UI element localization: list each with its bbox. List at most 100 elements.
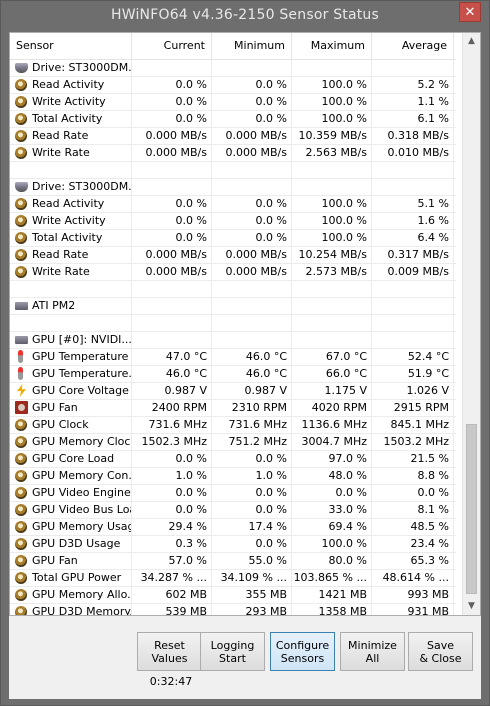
column-header-maximum[interactable]: Maximum	[292, 33, 372, 59]
table-row[interactable]: GPU [#0]: NVIDI...	[10, 332, 456, 349]
reset-label-line1: Reset	[154, 638, 185, 652]
maximum-value: 103.865 % ...	[292, 570, 372, 586]
average-value: 8.1 %	[372, 502, 454, 518]
fan-icon	[15, 401, 28, 414]
scrollbar-thumb[interactable]	[466, 424, 477, 594]
gauge-icon	[15, 96, 27, 108]
maximum-value: 4020 RPM	[292, 400, 372, 416]
title-bar[interactable]: HWiNFO64 v4.36-2150 Sensor Status ✕	[1, 1, 489, 31]
average-value: 2915 RPM	[372, 400, 454, 416]
gauge-icon	[15, 232, 27, 244]
table-row[interactable]: Read Activity 0.0 % 0.0 % 100.0 % 5.1 %	[10, 196, 456, 213]
table-row[interactable]: Write Rate 0.000 MB/s 0.000 MB/s 2.563 MB/s…	[10, 145, 456, 162]
minimum-value: 751.2 MHz	[212, 434, 292, 450]
current-value: 0.000 MB/s	[132, 128, 212, 144]
current-value: 0.0 %	[132, 213, 212, 229]
maximum-value: 100.0 %	[292, 77, 372, 93]
minimum-value	[212, 298, 292, 314]
minimum-value: 0.000 MB/s	[212, 128, 292, 144]
sensor-status-window: HWiNFO64 v4.36-2150 Sensor Status ✕ Sens…	[0, 0, 490, 706]
current-value: 0.987 V	[132, 383, 212, 399]
maximum-value: 10.359 MB/s	[292, 128, 372, 144]
average-value	[372, 315, 454, 331]
table-row[interactable]: GPU Fan 2400 RPM 2310 RPM 4020 RPM 2915 RPM	[10, 400, 456, 417]
table-row[interactable]: Write Activity 0.0 % 0.0 % 100.0 % 1.1 %	[10, 94, 456, 111]
reset-values-button[interactable]: Reset Values	[137, 632, 202, 671]
voltage-icon	[17, 384, 26, 397]
table-row[interactable]: GPU Memory Con... 1.0 % 1.0 % 48.0 % 8.8 %	[10, 468, 456, 485]
configure-sensors-button[interactable]: Configure Sensors	[270, 632, 335, 671]
table-row[interactable]: Drive: ST3000DM...	[10, 60, 456, 77]
table-row[interactable]: GPU D3D Usage 0.3 % 0.0 % 100.0 % 23.4 %	[10, 536, 456, 553]
gauge-icon	[15, 521, 27, 533]
minimum-value: 55.0 %	[212, 553, 292, 569]
logging-start-button[interactable]: Logging Start	[200, 632, 265, 671]
minimum-value: 46.0 °C	[212, 349, 292, 365]
minimum-value: 46.0 °C	[212, 366, 292, 382]
minimum-value: 355 MB	[212, 587, 292, 603]
table-row[interactable]: GPU Core Voltage 0.987 V 0.987 V 1.175 V 1.0…	[10, 383, 456, 400]
sensor-name-cell: GPU Core Load	[10, 451, 132, 467]
configure-label-line1: Configure	[275, 638, 330, 652]
sensor-name: GPU Video Engine...	[32, 486, 132, 499]
table-row[interactable]: Drive: ST3000DM...	[10, 179, 456, 196]
minimum-value	[212, 332, 292, 348]
table-row[interactable]: GPU D3D Memory... 539 MB 293 MB 1358 MB 931 …	[10, 604, 456, 615]
minimum-value: 0.0 %	[212, 451, 292, 467]
table-row[interactable]: Total Activity 0.0 % 0.0 % 100.0 % 6.1 %	[10, 111, 456, 128]
table-row[interactable]: GPU Core Load 0.0 % 0.0 % 97.0 % 21.5 %	[10, 451, 456, 468]
table-row[interactable]: Total GPU Power 34.287 % ... 34.109 % ... 1…	[10, 570, 456, 587]
thermometer-icon	[18, 367, 23, 380]
thermometer-icon	[18, 350, 23, 363]
vertical-scrollbar[interactable]: ▲ ▼	[462, 33, 480, 615]
sensor-name: Write Activity	[32, 214, 106, 227]
table-row[interactable]: Read Activity 0.0 % 0.0 % 100.0 % 5.2 %	[10, 77, 456, 94]
column-header-current[interactable]: Current	[132, 33, 212, 59]
sensor-name-cell: GPU Clock	[10, 417, 132, 433]
table-header: Sensor Current Minimum Maximum Average	[10, 33, 456, 60]
current-value	[132, 281, 212, 297]
table-row[interactable]: Read Rate 0.000 MB/s 0.000 MB/s 10.254 MB/s…	[10, 247, 456, 264]
table-row[interactable]: ATI PM2	[10, 298, 456, 315]
table-row[interactable]: GPU Temperature 47.0 °C 46.0 °C 67.0 °C 52.4…	[10, 349, 456, 366]
current-value: 0.000 MB/s	[132, 145, 212, 161]
table-row[interactable]: Write Rate 0.000 MB/s 0.000 MB/s 2.573 MB/s…	[10, 264, 456, 281]
maximum-value: 2.573 MB/s	[292, 264, 372, 280]
current-value	[132, 60, 212, 76]
save-close-button[interactable]: Save & Close	[408, 632, 473, 671]
table-row[interactable]: GPU Clock 731.6 MHz 731.6 MHz 1136.6 MHz 845…	[10, 417, 456, 434]
table-row[interactable]: GPU Video Bus Load0.0 %0.0 %33.0 %8.1 %	[10, 502, 456, 519]
table-row[interactable]: GPU Memory Usage 29.4 % 17.4 % 69.4 % 48.5 %	[10, 519, 456, 536]
sensor-name-cell: GPU Memory Allo...	[10, 587, 132, 603]
table-row[interactable]: Write Activity 0.0 % 0.0 % 100.0 % 1.6 %	[10, 213, 456, 230]
scroll-down-icon[interactable]: ▼	[463, 598, 480, 615]
table-row[interactable]: GPU Video Engine... 0.0 % 0.0 % 0.0 % 0.0 %	[10, 485, 456, 502]
sensor-name: GPU Core Load	[32, 452, 115, 465]
table-row[interactable]: GPU Temperature... 46.0 °C 46.0 °C 66.0 °C 5…	[10, 366, 456, 383]
minimize-all-button[interactable]: Minimize All	[340, 632, 405, 671]
minimum-value: 0.0 %	[212, 213, 292, 229]
maximum-value: 1136.6 MHz	[292, 417, 372, 433]
table-row[interactable]: GPU Memory Allo... 602 MB 355 MB 1421 MB 993…	[10, 587, 456, 604]
maximum-value: 69.4 %	[292, 519, 372, 535]
table-row[interactable]: Read Rate 0.000 MB/s 0.000 MB/s 10.359 MB/s…	[10, 128, 456, 145]
column-header-sensor[interactable]: Sensor	[10, 33, 132, 59]
sensor-name-cell: GPU [#0]: NVIDI...	[10, 332, 132, 348]
table-row[interactable]: GPU Fan 57.0 % 55.0 % 80.0 % 65.3 %	[10, 553, 456, 570]
average-value: 1.6 %	[372, 213, 454, 229]
sensor-name: ATI PM2	[32, 299, 76, 312]
table-row[interactable]: Total Activity 0.0 % 0.0 % 100.0 % 6.4 %	[10, 230, 456, 247]
scroll-up-icon[interactable]: ▲	[463, 33, 480, 50]
sensor-name: GPU Fan	[32, 401, 78, 414]
gauge-icon	[15, 572, 27, 584]
close-button[interactable]: ✕	[459, 2, 481, 22]
gauge-icon	[15, 419, 27, 431]
column-header-minimum[interactable]: Minimum	[212, 33, 292, 59]
sensor-name: Drive: ST3000DM...	[32, 180, 132, 193]
table-row[interactable]: GPU Memory Clock 1502.3 MHz 751.2 MHz 3004.…	[10, 434, 456, 451]
minimum-value: 0.0 %	[212, 77, 292, 93]
column-header-average[interactable]: Average	[372, 33, 454, 59]
sensor-name-cell: Drive: ST3000DM...	[10, 60, 132, 76]
sensor-name: GPU Memory Clock	[32, 435, 132, 448]
maximum-value: 100.0 %	[292, 94, 372, 110]
